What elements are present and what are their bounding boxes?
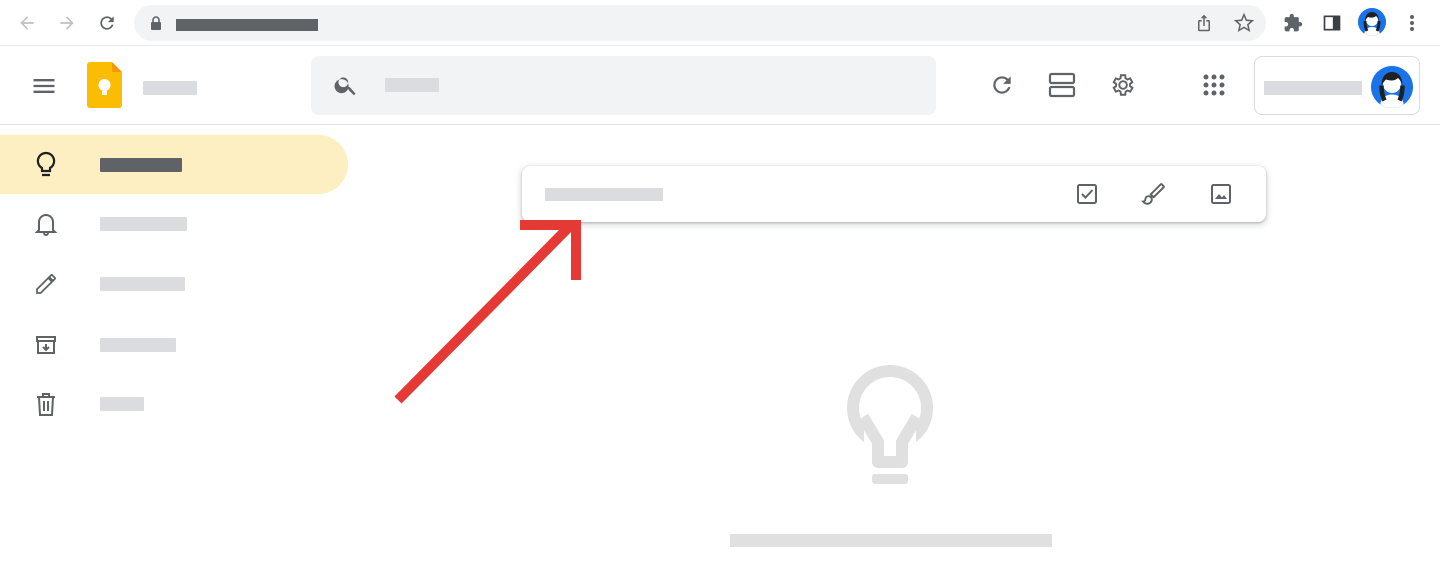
app-title (143, 81, 197, 95)
account-name (1264, 81, 1362, 95)
apps-grid-icon[interactable] (1197, 68, 1231, 102)
checkbox-icon[interactable] (1071, 178, 1103, 210)
list-view-icon[interactable] (1045, 68, 1079, 102)
forward-arrow-icon[interactable] (54, 10, 80, 36)
back-arrow-icon[interactable] (14, 10, 40, 36)
menu-icon[interactable] (30, 72, 58, 100)
sidebar-item-label (100, 338, 176, 352)
bell-icon (32, 210, 60, 238)
lightbulb-icon (32, 151, 60, 179)
share-icon[interactable] (1191, 10, 1217, 36)
pencil-icon (32, 270, 60, 298)
keep-logo[interactable] (87, 62, 122, 108)
image-icon[interactable] (1205, 178, 1237, 210)
search-input[interactable] (385, 78, 439, 92)
profile-avatar[interactable] (1358, 8, 1386, 36)
brush-icon[interactable] (1138, 178, 1170, 210)
trash-icon (32, 390, 60, 418)
extensions-icon[interactable] (1280, 10, 1306, 36)
sidebar-item-archive[interactable] (0, 315, 348, 374)
sidebar-item-label (100, 397, 144, 411)
note-input-placeholder[interactable] (545, 188, 663, 201)
app-header (0, 46, 1440, 125)
archive-icon (32, 331, 60, 359)
lock-icon (151, 16, 161, 30)
sidebar-item-trash[interactable] (0, 374, 348, 433)
settings-icon[interactable] (1105, 68, 1139, 102)
empty-state-text (730, 534, 1052, 547)
url-text (176, 19, 318, 31)
annotation-arrow (394, 220, 581, 404)
account-avatar[interactable] (1371, 66, 1413, 108)
take-a-note-bar[interactable] (522, 166, 1266, 222)
star-icon[interactable] (1231, 10, 1257, 36)
account-chip[interactable] (1254, 56, 1420, 115)
refresh-icon[interactable] (985, 68, 1019, 102)
sidebar-item-notes[interactable] (0, 135, 348, 194)
sidebar-item-label (100, 277, 185, 291)
empty-state-lightbulb-icon (846, 362, 936, 488)
address-bar[interactable] (134, 5, 1266, 41)
more-vert-icon[interactable] (1399, 10, 1425, 36)
sidebar-item-label (100, 158, 182, 172)
search-bar[interactable] (311, 56, 936, 115)
browser-toolbar (0, 0, 1440, 46)
sidebar-item-edit-labels[interactable] (0, 254, 348, 313)
reload-icon[interactable] (94, 10, 120, 36)
side-panel-icon[interactable] (1319, 10, 1345, 36)
sidebar-item-label (100, 217, 187, 231)
search-icon[interactable] (333, 72, 359, 98)
sidebar-item-reminders[interactable] (0, 194, 348, 253)
